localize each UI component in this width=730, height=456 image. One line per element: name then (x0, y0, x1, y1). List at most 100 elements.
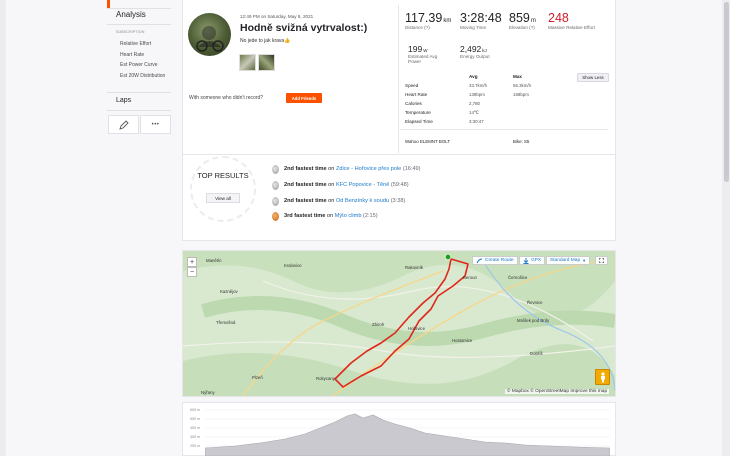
activity-description: No jede to jak krava👍 (240, 38, 291, 44)
nav-est-power-curve[interactable]: Est Power Curve (120, 62, 170, 68)
elevation-tick: 400 m (190, 426, 200, 430)
with-someone-text: With someone who didn't record? (189, 95, 264, 101)
athlete-avatar[interactable] (188, 13, 231, 56)
map-attribution[interactable]: © Mapbox © OpenStreetMap Improve this ma… (505, 389, 610, 394)
nav-laps[interactable]: Laps (116, 97, 131, 104)
energy-stat: 2,492kJ Energy Output (460, 44, 504, 59)
nav-divider (107, 110, 171, 111)
map-place-label: Zbiroh (372, 322, 385, 327)
nav-divider (107, 24, 171, 25)
result-item: 3rd fastest time on Mýto climb (2:15) (284, 213, 378, 219)
bronze-medal-icon (272, 212, 279, 221)
segment-link[interactable]: Mýto climb (335, 213, 362, 219)
device-divider (400, 129, 608, 130)
create-route-button[interactable]: Create Route (472, 256, 518, 265)
view-all-button[interactable]: View all (206, 193, 240, 203)
map-place-label: Mníšek pod Brdy (517, 318, 550, 323)
nav-subscription-label: SUBSCRIPTION (116, 30, 145, 34)
result-item: 2nd fastest time on Zdice - Hořovice pře… (284, 166, 421, 172)
more-icon: ••• (151, 121, 160, 128)
activity-photo[interactable] (239, 54, 256, 71)
map-place-label: Hořovice (408, 326, 425, 331)
activity-photo[interactable] (258, 54, 275, 71)
device-name: Wahoo ELEMNT BOLT (405, 139, 451, 144)
stat-row-avg: 3:30:47 (469, 119, 484, 124)
scrollbar-thumb[interactable] (724, 2, 729, 182)
fullscreen-button[interactable] (595, 256, 608, 265)
silver-medal-icon (272, 165, 279, 174)
street-view-pegman[interactable] (595, 369, 610, 385)
stat-row-avg: 14℃ (469, 110, 479, 115)
zoom-in-button[interactable]: + (187, 257, 197, 267)
route-map[interactable] (182, 251, 617, 397)
show-less-button[interactable]: Show Less (577, 73, 609, 82)
elevation-tick: 600 m (190, 408, 200, 412)
activity-timestamp: 12:49 PM on Saturday, May 8, 2021 (240, 14, 314, 19)
edit-icon (118, 119, 129, 130)
stat-row-label: Heart Rate (405, 92, 428, 97)
segment-link[interactable]: Zdice - Hořovice přes pole (336, 166, 401, 172)
stat-row-label: Calories (405, 101, 422, 106)
stat-row-avg: 33.7km/h (469, 83, 488, 88)
nav-est-20w-distribution[interactable]: Est 20W Distribution (120, 73, 170, 79)
map-place-label: Beroun (463, 275, 477, 280)
segment-link[interactable]: Od Benzínky k soudu (336, 198, 389, 204)
gpx-download-button[interactable]: GPX (519, 256, 546, 265)
elevation-stat: 859m Elevation (?) (509, 11, 536, 30)
elevation-tick: 200 m (190, 444, 200, 448)
bike-name: Bike: S5 (513, 139, 530, 144)
silver-medal-icon (272, 181, 279, 190)
moving-time-stat: 3:28:48 Moving Time (460, 11, 502, 30)
elevation-tick: 500 m (190, 417, 200, 421)
silver-medal-icon (272, 197, 279, 206)
stat-row-label: Elapsed Time (405, 119, 433, 124)
stat-row-max: 56.3km/h (513, 83, 532, 88)
power-label: Estimated Avg Power (408, 54, 438, 64)
more-button[interactable]: ••• (140, 115, 171, 134)
segment-link[interactable]: KFC Popovice - Těně (336, 182, 389, 188)
stat-row-avg: 2,780 (469, 101, 480, 106)
table-header-max: Max (513, 74, 522, 79)
stat-row-label: Temperature (405, 110, 431, 115)
relative-effort-stat[interactable]: 248 Massive Relative Effort (548, 11, 598, 30)
chevron-down-icon: ▼ (582, 258, 587, 263)
top-results-title: TOP RESULTS (197, 171, 249, 180)
map-type-select[interactable]: Standard Map ▼ (546, 256, 591, 265)
top-results-badge (190, 156, 256, 222)
nav-relative-effort[interactable]: Relative Effort (120, 41, 170, 47)
table-header-avg: Avg (469, 74, 478, 79)
map-place-label: Řevnice (527, 300, 543, 305)
download-icon (523, 257, 529, 264)
route-icon (476, 258, 483, 263)
add-friends-button[interactable]: Add Friends (286, 93, 322, 103)
map-place-label: Černošice (508, 275, 528, 280)
map-canvas (182, 251, 617, 397)
power-stat: 199W Estimated Avg Power (408, 44, 448, 64)
avatar-photo (196, 26, 224, 52)
zoom-out-button[interactable]: − (187, 267, 197, 277)
page-left-edge (0, 0, 6, 456)
nav-divider (107, 8, 171, 9)
nav-heart-rate[interactable]: Heart Rate (120, 52, 170, 58)
edit-button[interactable] (108, 115, 139, 134)
map-place-label: Rokycany (316, 376, 335, 381)
nav-active-indicator (107, 0, 110, 8)
elevation-tick: 300 m (190, 435, 200, 439)
map-place-label: Rakovník (405, 265, 423, 270)
distance-label: Distance (?) (405, 25, 430, 30)
nav-divider (107, 92, 171, 93)
activity-title: Hodně svižná vytrvalost:) (240, 22, 368, 34)
stat-row-avg: 139bpm (469, 92, 485, 97)
elevation-chart[interactable] (204, 406, 611, 456)
distance-stat: 117.39km Distance (?) (405, 11, 452, 30)
moving-time-label: Moving Time (460, 25, 487, 30)
stat-row-max: 168bpm (513, 92, 529, 97)
result-item: 2nd fastest time on KFC Popovice - Těně … (284, 182, 409, 188)
result-item: 2nd fastest time on Od Benzínky k soudu … (284, 198, 406, 204)
map-place-label: Třemošná (216, 320, 236, 325)
map-place-label: Nýřany (201, 390, 215, 395)
map-place-label: Dobříš (530, 351, 543, 356)
map-place-label: Hostomice (452, 338, 473, 343)
nav-analysis[interactable]: Analysis (116, 10, 146, 19)
map-place-label: Manětín (206, 258, 222, 263)
